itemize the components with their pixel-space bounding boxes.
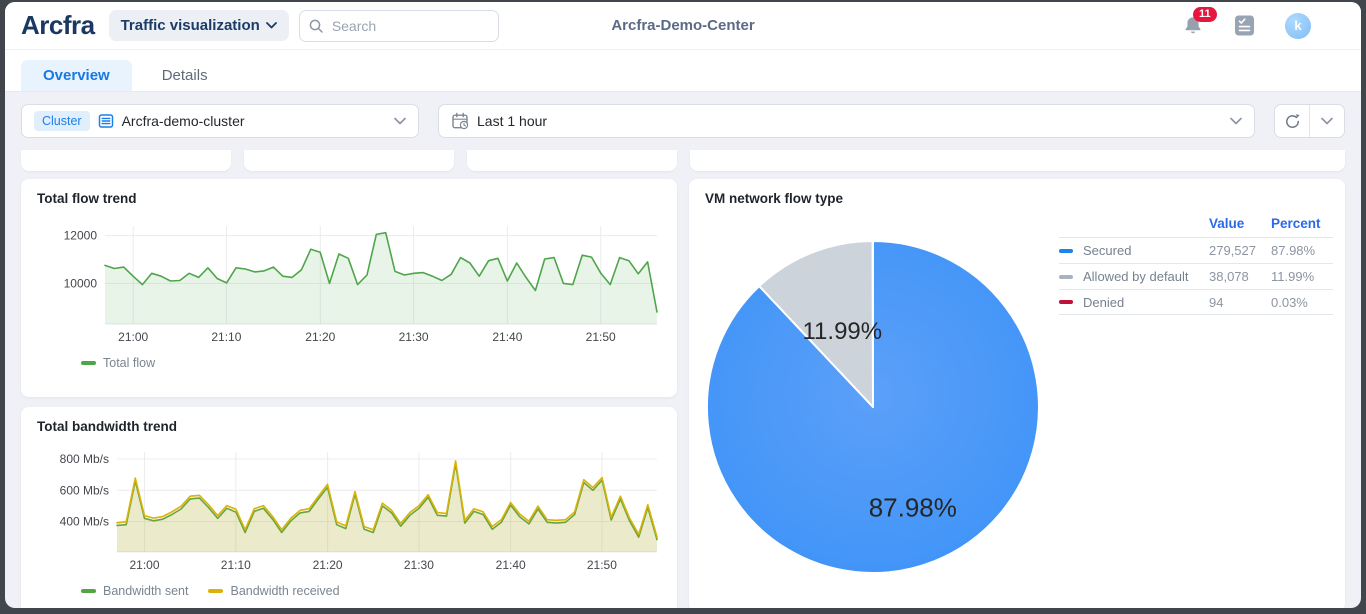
vm-network-flow-type-card: VM network flow type 87.98% 11.99% Value … (689, 179, 1345, 608)
card-title: VM network flow type (705, 191, 844, 206)
legend-dash (81, 361, 96, 365)
series-dash (1059, 248, 1073, 253)
svg-text:87.98%: 87.98% (869, 492, 957, 522)
chart-legend: Bandwidth sent Bandwidth received (37, 584, 661, 598)
svg-text:600 Mb/s: 600 Mb/s (60, 483, 109, 497)
dashboard-content: Total flow trend 12000 10000 21:00 21:10 21:… (5, 148, 1361, 608)
card-title: Total flow trend (37, 191, 137, 206)
top-right-actions: 11 k (1182, 6, 1345, 39)
scrolled-card-partial (467, 150, 677, 171)
cluster-tag: Cluster (34, 111, 90, 131)
chevron-down-icon (1321, 117, 1333, 125)
svg-text:21:00: 21:00 (129, 558, 159, 572)
tab-details[interactable]: Details (140, 60, 230, 91)
audit-log-button[interactable] (1234, 14, 1255, 37)
total-flow-trend-card: Total flow trend 12000 10000 21:00 21:10 21:… (21, 179, 677, 397)
time-range-value: Last 1 hour (477, 113, 548, 129)
svg-text:21:10: 21:10 (211, 330, 241, 344)
svg-text:21:50: 21:50 (586, 330, 616, 344)
vm-flow-table: Value Percent Secured 279,527 87.98% All… (1059, 209, 1333, 315)
legend-item-total-flow[interactable]: Total flow (81, 356, 155, 370)
svg-text:21:00: 21:00 (118, 330, 148, 344)
tab-overview[interactable]: Overview (21, 60, 132, 91)
search-input[interactable] (298, 9, 499, 42)
svg-text:21:30: 21:30 (404, 558, 434, 572)
legend-dash (208, 589, 224, 593)
svg-text:400 Mb/s: 400 Mb/s (60, 515, 109, 529)
user-avatar[interactable]: k (1285, 12, 1311, 39)
site-title: Arcfra-Demo-Center (611, 17, 755, 34)
refresh-icon (1285, 113, 1300, 128)
card-title: Total bandwidth trend (37, 419, 177, 434)
scrolled-card-partial (244, 150, 454, 171)
refresh-button-group (1274, 104, 1345, 138)
svg-text:21:40: 21:40 (492, 330, 522, 344)
column-header-value: Value (1209, 215, 1245, 231)
table-header-row: Value Percent (1059, 209, 1333, 237)
app-menu-button[interactable]: Traffic visualization (108, 10, 289, 41)
table-row: Secured 279,527 87.98% (1059, 237, 1333, 263)
page-tabs: Overview Details (5, 50, 1361, 92)
svg-text:21:40: 21:40 (496, 558, 526, 572)
legend-dash (81, 589, 96, 593)
svg-text:12000: 12000 (64, 229, 98, 243)
time-range-selector[interactable]: Last 1 hour (438, 104, 1255, 138)
svg-text:800 Mb/s: 800 Mb/s (60, 452, 109, 466)
cluster-icon (98, 114, 113, 128)
notification-badge: 11 (1193, 6, 1217, 22)
arcfra-logo: Arcfra (21, 10, 95, 40)
chevron-down-icon (265, 22, 277, 29)
legend-item-bandwidth-sent[interactable]: Bandwidth sent (81, 584, 188, 598)
refresh-interval-button[interactable] (1310, 105, 1344, 137)
legend-item-bandwidth-received[interactable]: Bandwidth received (208, 584, 340, 598)
calendar-clock-icon (452, 112, 469, 130)
refresh-button[interactable] (1275, 105, 1309, 137)
svg-text:21:30: 21:30 (399, 330, 429, 344)
top-bar: Arcfra Traffic visualization Arcfra-Demo… (5, 2, 1361, 50)
svg-text:10000: 10000 (64, 276, 98, 290)
search-box (298, 9, 499, 42)
total-bandwidth-line-chart[interactable]: 800 Mb/s 600 Mb/s 400 Mb/s 21:00 21:10 21:20 2… (37, 440, 661, 582)
table-row: Denied 94 0.03% (1059, 289, 1333, 315)
vm-flow-pie-chart[interactable]: 87.98% 11.99% (703, 237, 1043, 577)
filter-bar: Cluster Arcfra-demo-cluster Last 1 hour (5, 92, 1361, 148)
scrolled-card-partial (21, 150, 231, 171)
svg-text:21:50: 21:50 (587, 558, 617, 572)
chevron-down-icon (394, 117, 406, 125)
svg-text:21:10: 21:10 (221, 558, 251, 572)
series-dash (1059, 274, 1073, 279)
notifications-button[interactable]: 11 (1182, 6, 1217, 37)
column-header-percent: Percent (1271, 215, 1321, 231)
svg-text:21:20: 21:20 (305, 330, 335, 344)
series-dash (1059, 300, 1073, 304)
checklist-icon (1235, 15, 1254, 36)
table-row: Allowed by default 38,078 11.99% (1059, 263, 1333, 289)
cluster-value: Arcfra-demo-cluster (121, 113, 245, 129)
app-window: Arcfra Traffic visualization Arcfra-Demo… (5, 2, 1361, 608)
cluster-selector[interactable]: Cluster Arcfra-demo-cluster (21, 104, 419, 138)
chevron-down-icon (1230, 117, 1242, 125)
chart-legend: Total flow (37, 356, 661, 370)
scrolled-card-partial (690, 150, 1345, 171)
left-column: Total flow trend 12000 10000 21:00 21:10 21:… (21, 179, 677, 608)
total-flow-line-chart[interactable]: 12000 10000 21:00 21:10 21:20 21:30 21:40 21:50 (37, 212, 661, 354)
svg-text:21:20: 21:20 (313, 558, 343, 572)
app-menu-label: Traffic visualization (120, 17, 260, 34)
search-icon (309, 19, 323, 33)
svg-text:11.99%: 11.99% (802, 318, 882, 345)
scrolled-cards-row (21, 150, 1345, 171)
total-bandwidth-trend-card: Total bandwidth trend 800 Mb/s 600 Mb/s 40… (21, 407, 677, 608)
